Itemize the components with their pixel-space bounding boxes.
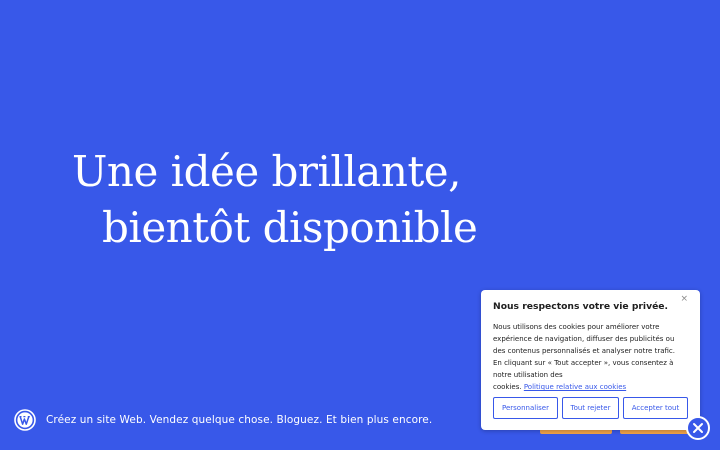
cookie-body-line: En cliquant sur « Tout accepter », vous … (493, 359, 674, 367)
customize-button[interactable]: Personnaliser (493, 397, 558, 419)
close-icon (692, 419, 704, 438)
reject-all-button[interactable]: Tout rejeter (562, 397, 619, 419)
accept-all-button[interactable]: Accepter tout (623, 397, 688, 419)
cookie-body-line: notre utilisation des (493, 371, 563, 379)
cookie-body-line: Nous utilisons des cookies pour améliore… (493, 323, 660, 331)
hero-headline: Une idée brillante, bientôt disponible (72, 144, 478, 256)
headline-line-1: Une idée brillante, (72, 147, 461, 196)
cookie-policy-link[interactable]: Politique relative aux cookies (524, 383, 626, 391)
cookie-body-line: expérience de navigation, diffuser des p… (493, 335, 675, 343)
close-circle-button[interactable] (686, 416, 710, 440)
cookie-banner-body: Nous utilisons des cookies pour améliore… (493, 321, 688, 393)
close-icon[interactable]: × (680, 294, 688, 304)
footer-bar: Créez un site Web. Vendez quelque chose.… (14, 408, 432, 432)
headline-line-2: bientôt disponible (102, 203, 478, 252)
wordpress-logo-icon[interactable] (14, 409, 36, 431)
cookie-body-prefix: cookies. (493, 383, 522, 391)
cookie-body-line: des contenus personnalisés et analyser n… (493, 347, 675, 355)
cookie-button-row: Personnaliser Tout rejeter Accepter tout (493, 397, 688, 419)
cookie-banner-title: Nous respectons votre vie privée. (493, 301, 669, 312)
footer-tagline-link[interactable]: Créez un site Web. Vendez quelque chose.… (46, 414, 432, 426)
cookie-body-line: cookies. Politique relative aux cookies (493, 381, 688, 393)
cookie-consent-banner: Nous respectons votre vie privée. × Nous… (481, 290, 700, 430)
